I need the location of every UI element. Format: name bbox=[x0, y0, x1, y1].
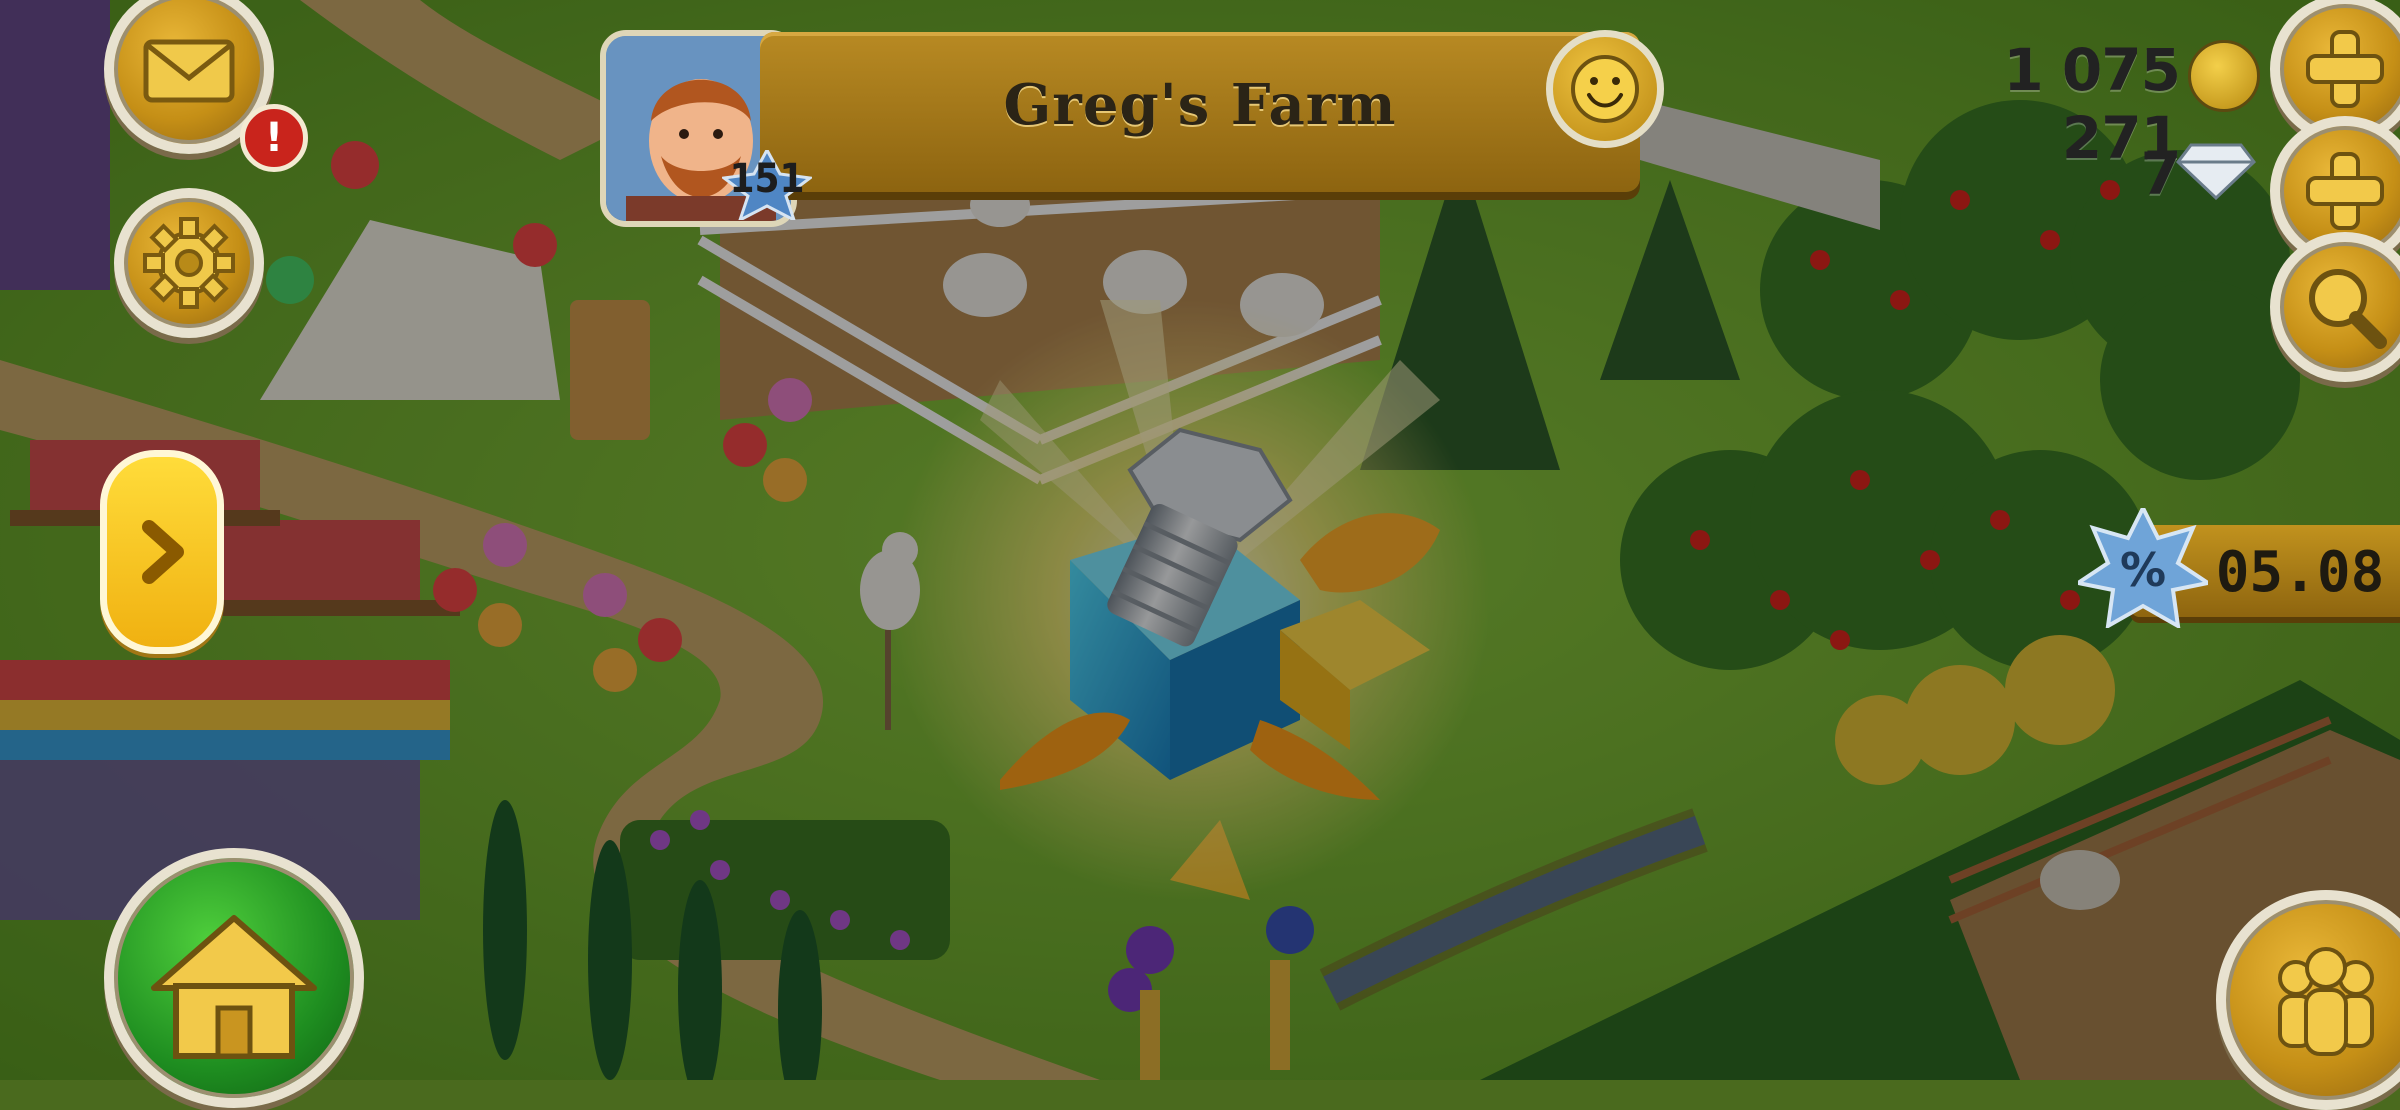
settings-button[interactable] bbox=[114, 188, 264, 338]
smiley-icon bbox=[1571, 55, 1639, 123]
player-level: 151 bbox=[729, 156, 805, 202]
house-icon bbox=[151, 915, 317, 1059]
people-icon bbox=[2278, 947, 2374, 1056]
coin-icon bbox=[2188, 40, 2260, 112]
diamond-count: 7 bbox=[2140, 140, 2181, 208]
magnifier-icon bbox=[2309, 269, 2387, 349]
mail-alert-badge: ! bbox=[240, 104, 308, 172]
friends-button[interactable] bbox=[2216, 890, 2400, 1110]
expand-panel-button[interactable] bbox=[100, 450, 224, 654]
farm-name: Greg's Farm bbox=[1003, 72, 1397, 138]
gear-icon bbox=[143, 217, 235, 309]
home-button[interactable] bbox=[104, 848, 364, 1108]
chevron-right-icon bbox=[142, 520, 184, 584]
sale-badge-icon: % bbox=[2078, 508, 2208, 628]
smiley-button[interactable] bbox=[1546, 30, 1664, 148]
search-button[interactable] bbox=[2270, 232, 2400, 382]
sale-percent: % bbox=[2120, 543, 2166, 597]
envelope-icon bbox=[143, 39, 235, 103]
plus-icon bbox=[2306, 30, 2384, 108]
farm-name-banner: Greg's Farm bbox=[760, 32, 1640, 192]
sale-timer: 05.08 bbox=[2215, 540, 2385, 605]
diamond-icon bbox=[2176, 143, 2256, 200]
mail-alert-text: ! bbox=[264, 115, 284, 161]
